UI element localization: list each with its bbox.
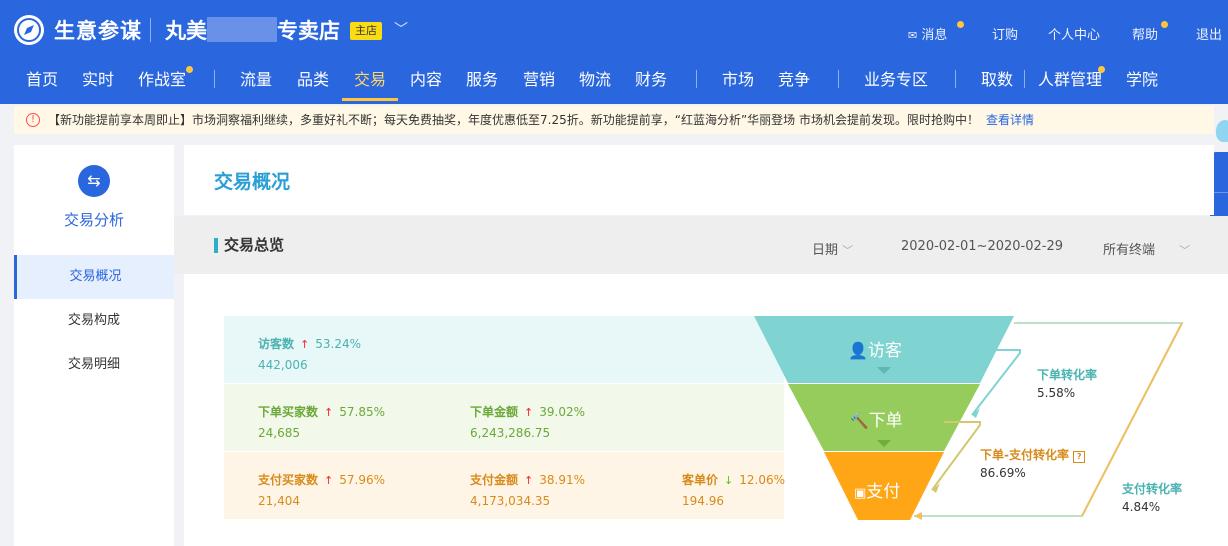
terminal-filter-label: 所有终端	[1103, 243, 1156, 258]
nav-service[interactable]: 服务	[466, 66, 498, 90]
help-icon[interactable]: ?	[1073, 451, 1086, 463]
mascot-icon[interactable]	[1216, 120, 1228, 142]
app-title[interactable]: 生意参谋	[54, 15, 142, 45]
subscribe-link[interactable]: 订购	[992, 24, 1018, 43]
logout-link[interactable]: 退出	[1196, 24, 1222, 43]
profile-link[interactable]: 个人中心	[1048, 24, 1100, 43]
sidebar-title: 交易分析	[63, 211, 124, 229]
conversion-label: 支付转化率	[1122, 482, 1183, 496]
date-filter-label: 日期	[812, 243, 839, 258]
nav-finance[interactable]: 财务	[635, 66, 667, 90]
nav-active-underline	[342, 98, 398, 101]
nav-audience[interactable]: 人群管理	[1038, 66, 1102, 90]
notice-details-link[interactable]: 查看详情	[986, 106, 1034, 134]
nav-market[interactable]: 市场	[722, 66, 754, 90]
funnel-visitor-label: 👤访客	[848, 336, 902, 361]
nav-war-room[interactable]: 作战室	[138, 66, 186, 90]
messages-link[interactable]: ✉ 消息	[908, 24, 947, 43]
conversion-value: 4.84%	[1122, 500, 1161, 514]
divider	[150, 18, 151, 42]
nav-marketing[interactable]: 营销	[523, 66, 555, 90]
conversion-value: 5.58%	[1037, 386, 1076, 400]
mail-icon: ✉	[908, 29, 918, 42]
notice-text: 【新功能提前享本周即止】市场洞察福利继续，多重好礼不断；每天免费抽奖，年度优惠低…	[48, 113, 979, 127]
sidebar: ⇆ 交易分析 交易概况 交易构成 交易明细	[14, 145, 174, 546]
order-pay-conversion-rate: 下单-支付转化率 ? 86.69%	[980, 446, 1086, 480]
order-conversion-rate: 下单转化率 5.58%	[1037, 366, 1097, 400]
sidebar-item-trade-overview[interactable]: 交易概况	[14, 255, 174, 299]
chevron-down-icon: ﹀	[842, 244, 854, 257]
arrowhead	[914, 512, 922, 520]
messages-label: 消息	[921, 28, 948, 43]
top-bar: 生意参谋 丸美 专卖店 主店 ﹀ ✉ 消息 订购 个人中心 帮助 退出 首页 实…	[0, 0, 1228, 104]
funnel-order-label: 🔨下单	[850, 406, 903, 431]
conversion-value: 86.69%	[980, 466, 1026, 480]
page-header: 交易概况	[184, 145, 1214, 215]
nav-divider	[838, 70, 839, 88]
trade-exchange-icon: ⇆	[78, 165, 110, 197]
chevron-down-icon: ﹀	[1179, 244, 1191, 257]
notification-dot	[957, 21, 964, 28]
nav-home[interactable]: 首页	[26, 66, 58, 90]
nav-academy[interactable]: 学院	[1126, 66, 1158, 90]
trade-overview-panel: 访客数 ↑ 53.24% 442,006 下单买家数 ↑ 57.85% 24,685 下…	[184, 274, 1228, 546]
section-title: 交易总览	[224, 236, 285, 254]
nav-logistics[interactable]: 物流	[579, 66, 611, 90]
divider	[1214, 192, 1228, 193]
stage-name: 支付	[866, 482, 901, 502]
sidebar-item-trade-details[interactable]: 交易明细	[14, 343, 174, 387]
notice-bar: ! 【新功能提前享本周即止】市场洞察福利继续，多重好礼不断；每天免费抽奖，年度优…	[14, 106, 1214, 134]
conversion-funnel	[754, 316, 1184, 520]
pay-conversion-rate: 支付转化率 4.84%	[1122, 480, 1182, 514]
user-icon: 👤	[848, 341, 868, 360]
main-shop-badge: 主店	[350, 22, 382, 40]
nav-trade[interactable]: 交易	[354, 66, 386, 90]
nav-realtime[interactable]: 实时	[82, 66, 114, 90]
nav-business-zone[interactable]: 业务专区	[864, 66, 928, 90]
section-header: 交易总览 日期 ﹀ 2020-02-01~2020-02-29 所有终端 ﹀	[174, 216, 1228, 274]
notification-dot	[1098, 66, 1105, 73]
funnel-pay-label: ▣支付	[854, 477, 900, 502]
compass-logo-icon[interactable]	[14, 15, 44, 45]
shop-name-prefix: 丸美	[165, 19, 207, 43]
conversion-label: 下单-支付转化率 ?	[980, 446, 1086, 463]
nav-divider	[696, 70, 697, 88]
nav-data-fetch[interactable]: 取数	[981, 66, 1013, 90]
date-filter[interactable]: 日期 ﹀	[812, 239, 853, 258]
sidebar-item-trade-composition[interactable]: 交易构成	[14, 299, 174, 343]
nav-traffic[interactable]: 流量	[240, 66, 272, 90]
date-range-selector[interactable]: 2020-02-01~2020-02-29	[901, 239, 1063, 254]
notification-dot	[1161, 21, 1168, 28]
conversion-label-text: 下单-支付转化率	[980, 448, 1069, 462]
alert-icon: !	[26, 113, 40, 127]
stage-name: 访客	[867, 341, 902, 361]
nav-competition[interactable]: 竞争	[778, 66, 810, 90]
wallet-icon: ▣	[854, 486, 867, 501]
gavel-icon: 🔨	[850, 412, 869, 430]
stage-name: 下单	[868, 411, 903, 431]
terminal-filter[interactable]: 所有终端 ﹀	[1103, 239, 1190, 258]
section-accent-bar	[214, 238, 218, 253]
shop-name-suffix: 专卖店	[277, 19, 340, 43]
nav-divider	[955, 70, 956, 88]
page-title: 交易概况	[214, 171, 291, 193]
nav-divider	[214, 70, 215, 88]
notification-dot	[186, 66, 193, 73]
nav-content[interactable]: 内容	[410, 66, 442, 90]
conversion-label: 下单转化率	[1037, 368, 1098, 382]
nav-divider	[1024, 70, 1025, 88]
chevron-down-icon[interactable]: ﹀	[394, 19, 408, 39]
help-link[interactable]: 帮助	[1132, 24, 1158, 43]
shop-name-blur-mask	[207, 17, 277, 42]
nav-category[interactable]: 品类	[297, 66, 329, 90]
